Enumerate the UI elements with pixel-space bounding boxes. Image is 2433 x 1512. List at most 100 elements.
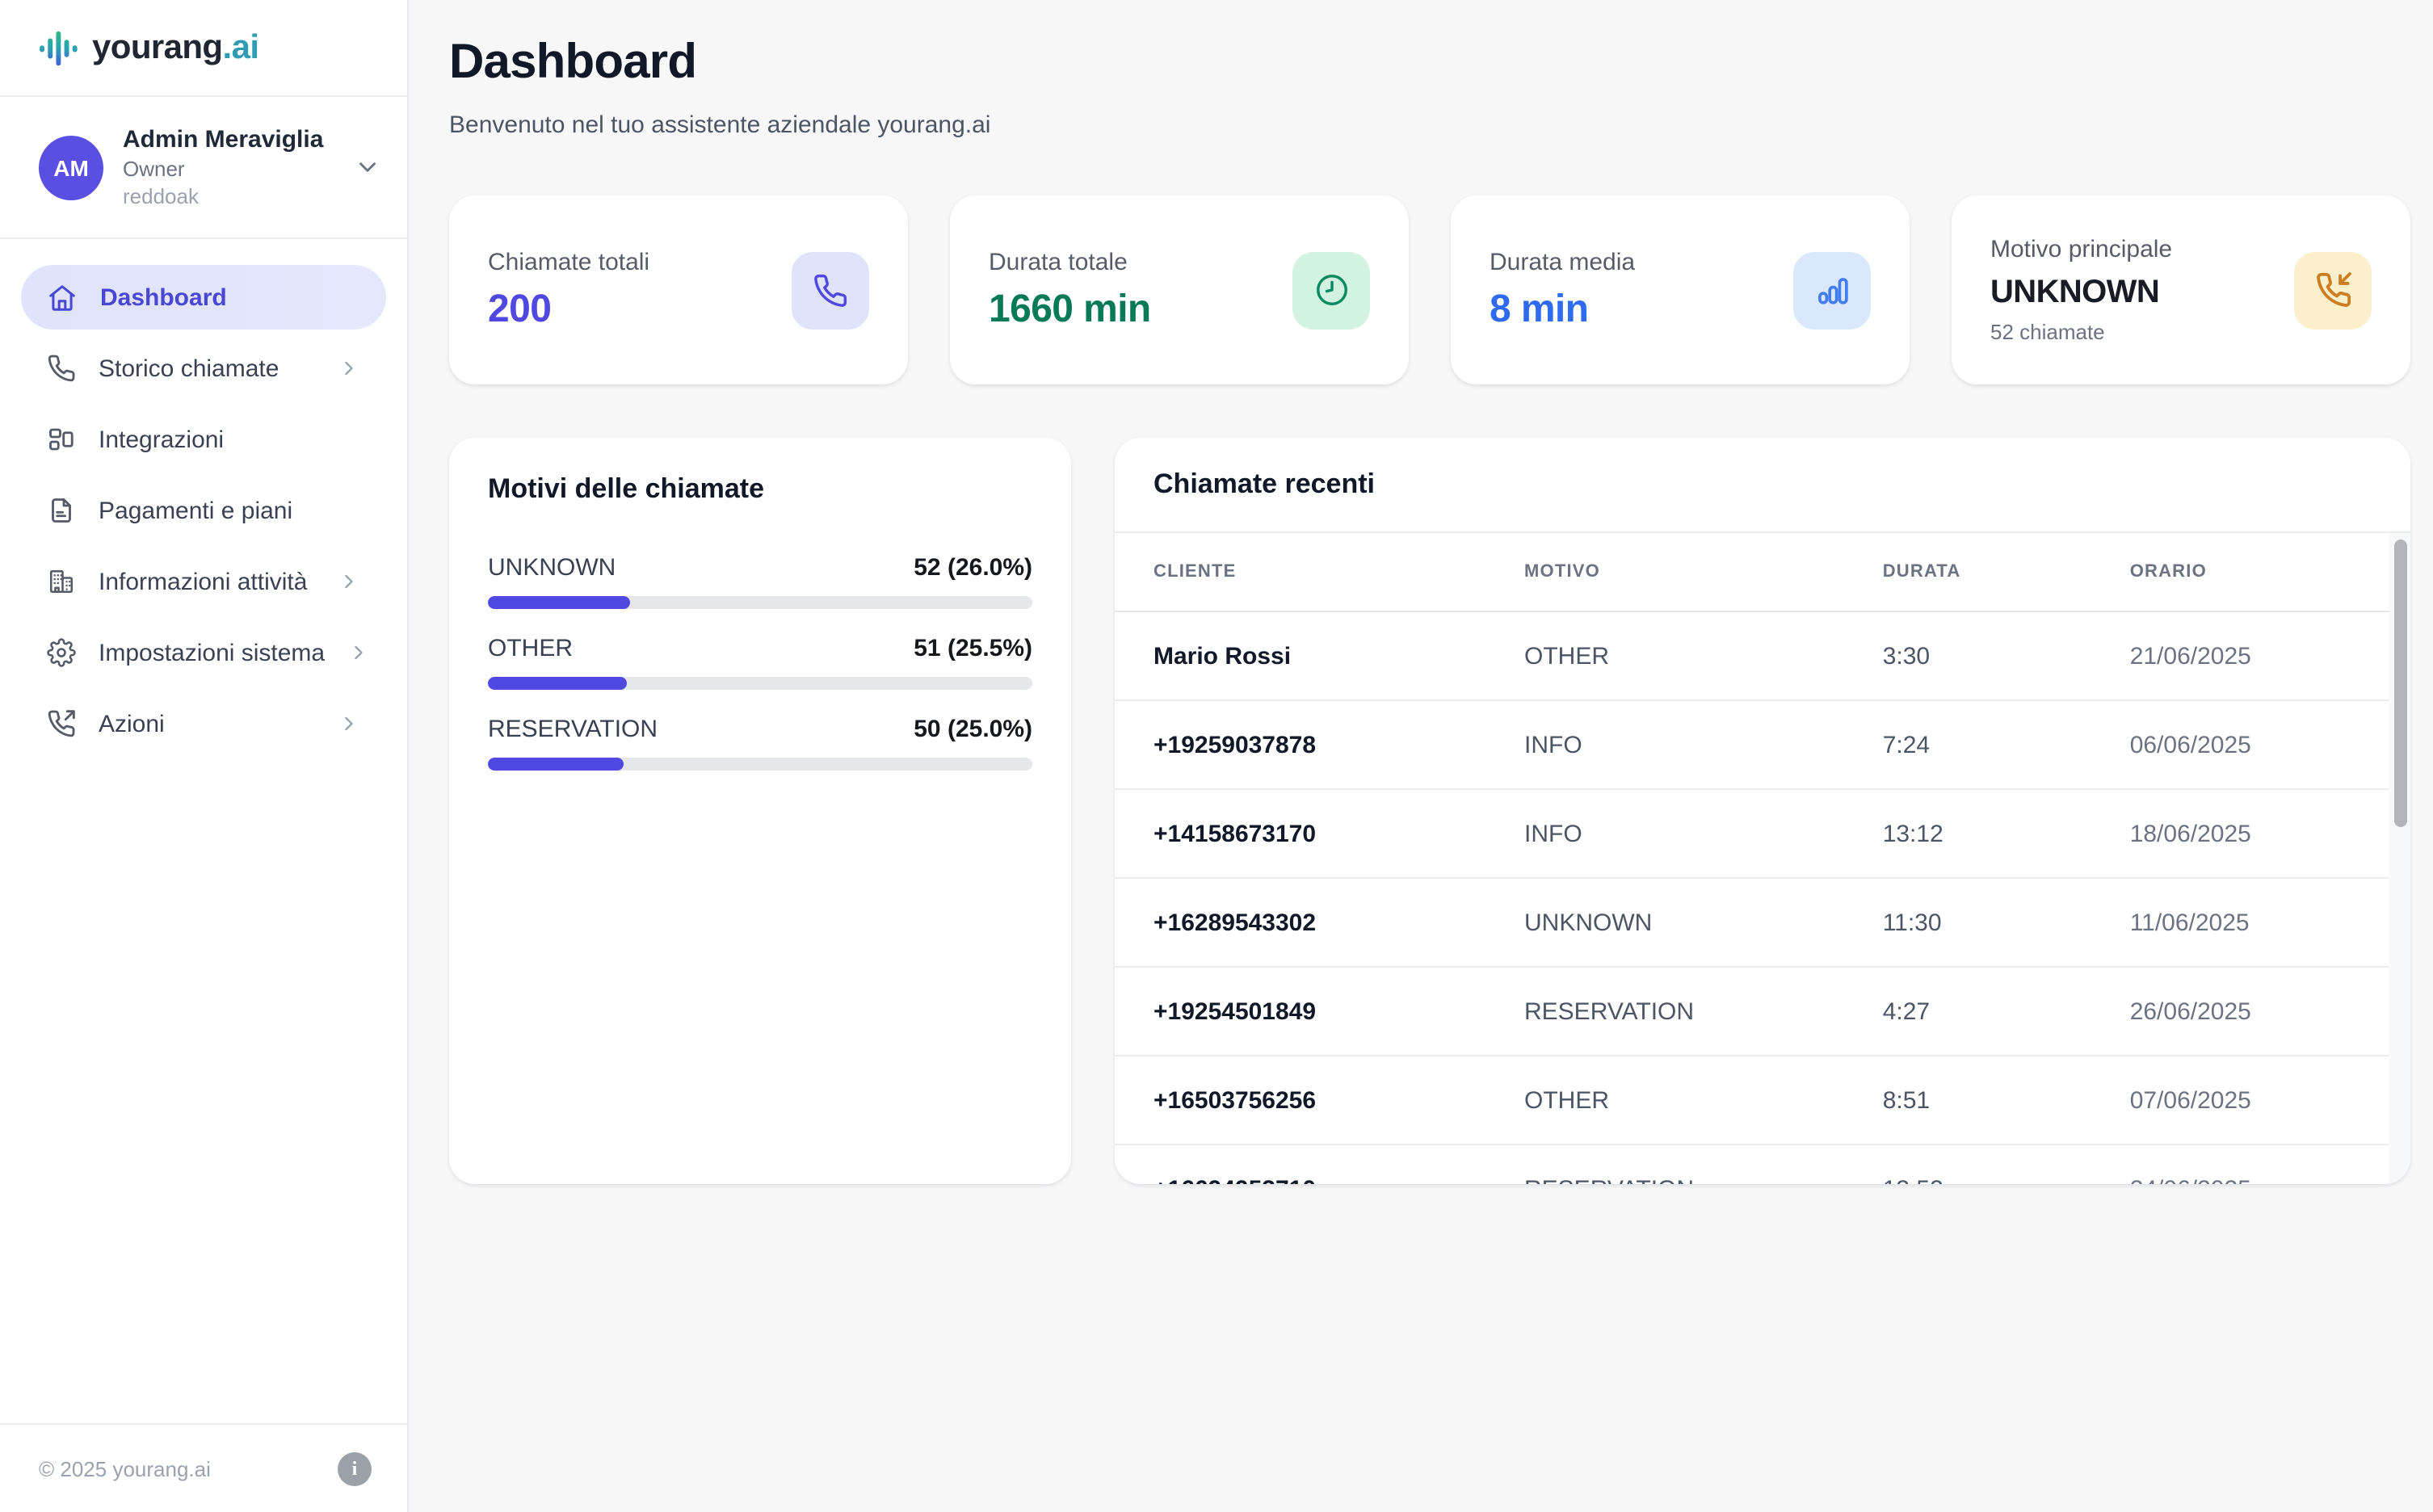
chevron-down-icon[interactable] [354,153,381,181]
sidebar-item-impostazioni-sistema[interactable]: Impostazioni sistema [21,620,386,685]
phone-icon [792,251,869,329]
table-row[interactable]: +14158673170 INFO 13:12 18/06/2025 [1115,790,2389,879]
copyright: © 2025 yourang.ai [39,1456,211,1480]
progress-fill [488,677,627,690]
cell-cliente: Mario Rossi [1153,642,1524,670]
cell-cliente: +16289543302 [1153,909,1524,936]
cell-motivo: UNKNOWN [1524,909,1883,936]
scrollbar-thumb[interactable] [2393,540,2406,827]
card-title: Chiamate recenti [1153,468,1375,501]
reason-value: 50 (25.0%) [914,716,1032,743]
sidebar-item-label: Dashboard [100,284,227,311]
user-role: Owner [123,155,323,183]
table-row[interactable]: +19259037878 INFO 7:24 06/06/2025 [1115,701,2389,790]
cell-durata: 4:27 [1883,998,2130,1025]
cell-durata: 7:24 [1883,731,2130,758]
sidebar-item-label: Pagamenti e piani [99,497,292,524]
reason-item: OTHER 51 (25.5%) [488,635,1032,690]
recent-calls-card: Chiamate recenti CLIENTE MOTIVO DURATA O… [1115,438,2410,1184]
cell-orario: 18/06/2025 [2130,820,2389,847]
progress-bar [488,758,1032,771]
table-row[interactable]: Mario Rossi OTHER 3:30 21/06/2025 [1115,612,2389,701]
progress-bar [488,677,1032,690]
reason-item: UNKNOWN 52 (26.0%) [488,554,1032,609]
cell-durata: 13:12 [1883,820,2130,847]
stat-label: Durata media [1490,248,1635,275]
reason-value: 51 (25.5%) [914,635,1032,662]
stat-card-chiamate-totali: Chiamate totali 200 [449,195,908,384]
card-title: Motivi delle chiamate [488,473,1032,506]
reason-item: RESERVATION 50 (25.0%) [488,716,1032,771]
table-row[interactable]: +16503756256 OTHER 8:51 07/06/2025 [1115,1056,2389,1145]
sidebar-item-label: Storico chiamate [99,355,279,382]
building-icon [47,567,76,596]
cell-motivo: OTHER [1524,1086,1883,1114]
sidebar-item-storico-chiamate[interactable]: Storico chiamate [21,336,386,401]
stat-value: 8 min [1490,287,1635,332]
waveform-logo-icon [39,28,78,67]
phone-icon [47,354,76,383]
progress-fill [488,596,629,609]
brand-logo[interactable]: yourang.ai [0,0,407,97]
sidebar-item-azioni[interactable]: Azioni [21,691,386,756]
stat-value: 200 [488,287,649,332]
cell-durata: 11:30 [1883,909,2130,936]
call-reasons-card: Motivi delle chiamate UNKNOWN 52 (26.0%)… [449,438,1071,1184]
info-icon[interactable]: i [338,1451,372,1485]
user-card[interactable]: AM Admin Meraviglia Owner reddoak [0,97,407,239]
stat-subtext: 52 chiamate [1990,320,2172,344]
stat-value: 1660 min [989,287,1151,332]
chevron-right-icon [338,712,360,735]
stat-label: Chiamate totali [488,248,649,275]
stat-label: Motivo principale [1990,236,2172,263]
cell-motivo: RESERVATION [1524,1175,1883,1184]
cell-cliente: +19259037878 [1153,731,1524,758]
table-row[interactable]: +16289543302 UNKNOWN 11:30 11/06/2025 [1115,879,2389,968]
column-header: MOTIVO [1524,562,1883,582]
column-header: DURATA [1883,562,2130,582]
sidebar-item-integrazioni[interactable]: Integrazioni [21,407,386,472]
cell-cliente: +14158673170 [1153,820,1524,847]
sidebar-item-informazioni-attivita[interactable]: Informazioni attività [21,549,386,614]
cell-orario: 26/06/2025 [2130,998,2389,1025]
cell-cliente: +16694953710 [1153,1175,1524,1184]
cell-motivo: INFO [1524,731,1883,758]
user-org: reddoak [123,183,323,210]
brand-name: yourang.ai [92,28,258,67]
brand-suffix: .ai [223,28,259,65]
stat-label: Durata totale [989,248,1151,275]
cell-motivo: INFO [1524,820,1883,847]
page-subtitle: Benvenuto nel tuo assistente aziendale y… [449,111,2410,139]
cell-durata: 3:30 [1883,642,2130,670]
sidebar: yourang.ai AM Admin Meraviglia Owner red… [0,0,409,1512]
avatar: AM [39,135,103,200]
sidebar-item-pagamenti-e-piani[interactable]: Pagamenti e piani [21,478,386,543]
reason-value: 52 (26.0%) [914,554,1032,582]
sidebar-item-dashboard[interactable]: Dashboard [21,265,386,330]
reason-label: UNKNOWN [488,554,616,582]
sidebar-item-label: Impostazioni sistema [99,639,325,666]
user-info: Admin Meraviglia Owner reddoak [123,124,323,210]
progress-bar [488,596,1032,609]
cell-cliente: +19254501849 [1153,998,1524,1025]
cell-durata: 13:52 [1883,1175,2130,1184]
home-icon [47,282,78,313]
table-scrollbar[interactable] [2389,533,2410,1184]
cell-orario: 21/06/2025 [2130,642,2389,670]
stat-card-durata-totale: Durata totale 1660 min [950,195,1409,384]
page-title: Dashboard [449,36,2410,90]
cell-orario: 24/06/2025 [2130,1175,2389,1184]
reason-label: RESERVATION [488,716,658,743]
table-row[interactable]: +19254501849 RESERVATION 4:27 26/06/2025 [1115,968,2389,1056]
recent-calls-table: CLIENTE MOTIVO DURATA ORARIO Mario Rossi… [1115,533,2410,1184]
table-body: Mario Rossi OTHER 3:30 21/06/2025 +19259… [1115,612,2389,1184]
sidebar-item-label: Azioni [99,710,165,737]
document-icon [47,496,76,525]
stat-value: UNKNOWN [1990,275,2172,312]
table-header-row: CLIENTE MOTIVO DURATA ORARIO [1115,533,2389,612]
reason-label: OTHER [488,635,573,662]
sidebar-nav: Dashboard Storico chiamate Integrazioni [0,239,407,1423]
table-row[interactable]: +16694953710 RESERVATION 13:52 24/06/202… [1115,1145,2389,1184]
user-name: Admin Meraviglia [123,124,323,155]
bar-chart-icon [1793,251,1871,329]
